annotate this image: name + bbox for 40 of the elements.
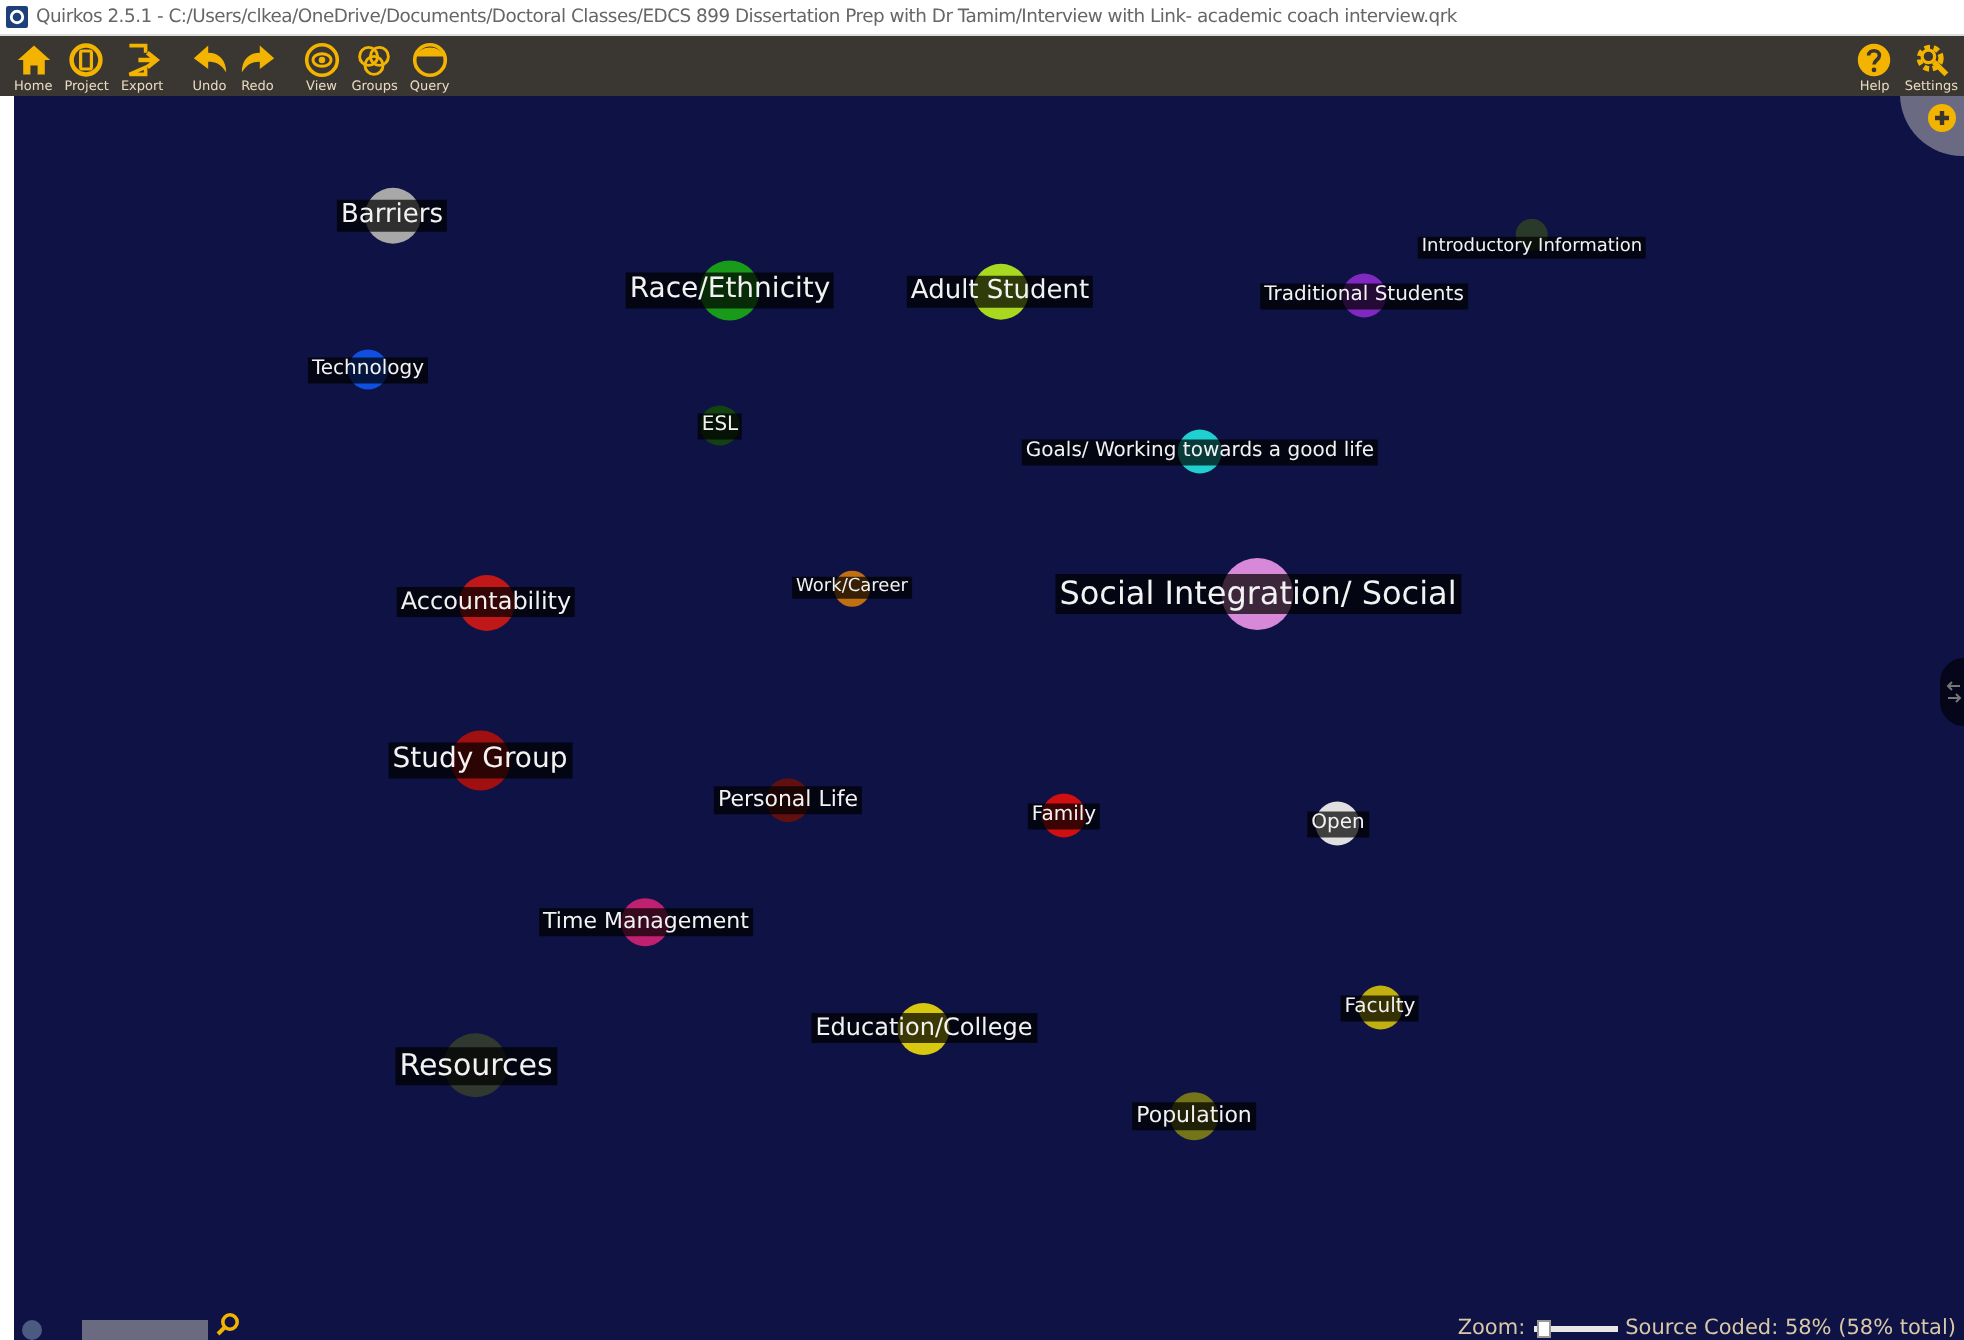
code-label[interactable]: Population [1132,1102,1256,1130]
app-icon [6,6,28,28]
code-label[interactable]: Education/College [811,1013,1037,1043]
slider-thumb[interactable] [1536,1319,1551,1337]
code-label[interactable]: Goals/ Working towards a good life [1021,439,1379,465]
code-label[interactable]: Family [1027,803,1101,829]
add-icon[interactable] [1928,104,1956,132]
home-icon [15,42,52,78]
code-label[interactable]: Traditional Students [1260,283,1468,309]
code-label[interactable]: Study Group [388,742,572,778]
source-coded-text: Source Coded: 58% (58% total) [1625,1316,1956,1340]
settings-icon [1913,42,1950,78]
side-handle-icon[interactable] [1940,658,1964,726]
code-label[interactable]: Accountability [396,587,576,617]
code-label[interactable]: Barriers [336,199,448,233]
code-label[interactable]: Adult Student [906,275,1094,309]
circles-icon [356,42,393,78]
window-title: Quirkos 2.5.1 - C:/Users/clkea/OneDrive/Documents/Doctoral Classes/EDCS 899 Dissertation Prep with Dr Tamim/Interview with Link- academic coach interview.qrk [36,6,1457,28]
status-dot-icon [22,1320,42,1340]
code-label[interactable]: Work/Career [792,576,912,600]
code-label[interactable]: Social Integration/ Social [1055,574,1461,614]
help-icon [1856,42,1893,78]
code-label[interactable]: Faculty [1340,995,1420,1021]
code-label[interactable]: Resources [395,1047,557,1085]
zoom-label: Zoom: [1457,1316,1526,1340]
search-field[interactable] [82,1320,208,1340]
project-icon [68,42,105,78]
undo-icon [191,42,228,78]
code-label[interactable]: Time Management [539,908,753,936]
redo-icon [239,42,276,78]
code-label[interactable]: Personal Life [713,786,863,814]
code-label[interactable]: Technology [308,357,428,383]
code-label[interactable]: ESL [697,413,743,439]
code-label[interactable]: Open [1307,811,1369,837]
query-icon [411,42,448,78]
eye-icon [303,42,340,78]
export-icon [124,42,161,78]
search-icon[interactable] [216,1312,240,1336]
code-label[interactable]: Introductory Information [1417,236,1647,260]
code-label[interactable]: Race/Ethnicity [625,272,835,308]
